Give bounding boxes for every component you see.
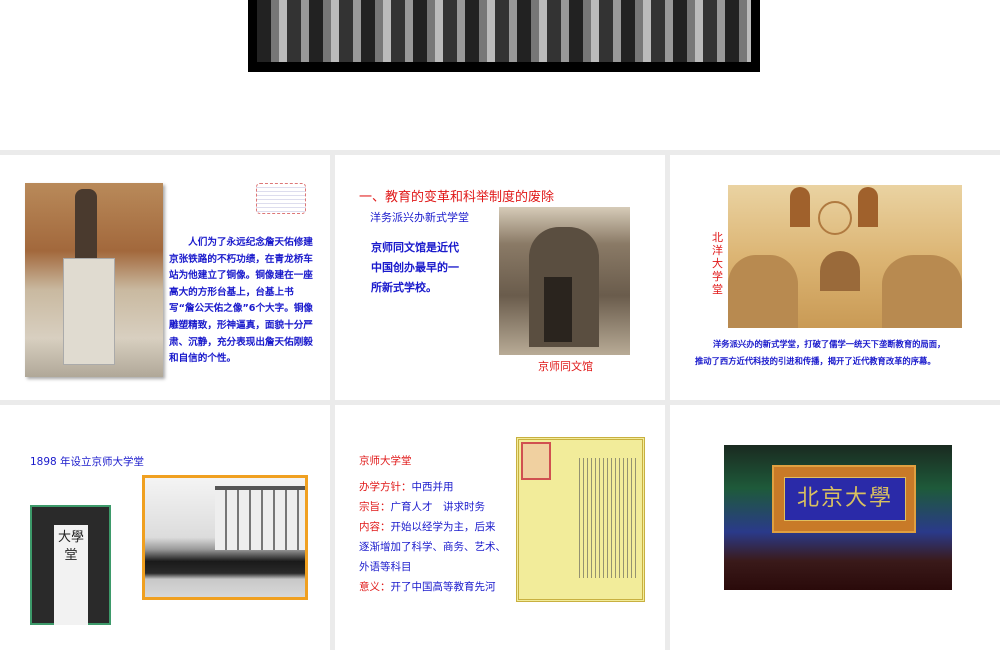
- info-value: 逐渐增加了科学、商务、艺术、: [359, 541, 506, 553]
- info-label: 宗旨：: [359, 501, 391, 513]
- body-line: 中国创办最早的一: [371, 261, 459, 274]
- plaque-text: 大學堂: [54, 525, 88, 625]
- caption-line: 洋务派兴办的新式学堂，打破了儒学一统天下垄断教育的局面，: [713, 339, 946, 349]
- info-line: 意义：开了中国高等教育先河: [359, 579, 496, 594]
- info-line: 外语等科目: [359, 559, 412, 574]
- slide-thumbnail-jingshi[interactable]: 京师大学堂 办学方针：中西并用 宗旨：广育人才 讲求时务 内容：开始以经学为主，…: [335, 405, 665, 650]
- caption-line: 推动了西方近代科技的引进和传播，揭开了近代教育改革的序幕。: [695, 356, 936, 366]
- slide-subtitle: 洋务派兴办新式学堂: [370, 211, 469, 224]
- label-char: 北: [712, 231, 723, 244]
- slide-thumbnail-1898[interactable]: 1898 年设立京师大学堂 大學堂: [0, 405, 330, 650]
- plaque-text: 北京大學: [784, 477, 906, 521]
- slide-thumbnail-pku[interactable]: 北京大學: [670, 405, 1000, 650]
- pku-plaque-photo: 北京大學: [724, 445, 952, 590]
- label-char: 学: [712, 270, 723, 283]
- plaque-photo: 大學堂: [30, 505, 111, 625]
- group-photo: [248, 0, 760, 72]
- statue-photo: [25, 183, 163, 377]
- info-line: 逐渐增加了科学、商务、艺术、: [359, 539, 506, 554]
- info-value: 开始以经学为主，后来: [390, 521, 496, 533]
- label-char: 大: [712, 257, 723, 270]
- body-line: 所新式学校。: [371, 281, 437, 294]
- students-photo: [142, 475, 308, 600]
- photo-caption: 京师同文馆: [538, 360, 593, 373]
- slide-title: 京师大学堂: [359, 455, 412, 467]
- info-label: 办学方针：: [359, 481, 412, 493]
- info-value: 开了中国高等教育先河: [390, 581, 496, 593]
- info-value: 广育人才 讲求时务: [390, 501, 486, 513]
- vertical-label: 北 洋 大 学 堂: [712, 231, 724, 296]
- label-char: 堂: [712, 283, 723, 296]
- info-line: 内容：开始以经学为主，后来: [359, 519, 496, 534]
- info-line: 办学方针：中西并用: [359, 479, 454, 494]
- slide-thumbnail-beiyang[interactable]: 北 洋 大 学 堂 洋务派兴办的新式学堂，打破了儒学一统天下垄断教育的局面， 推…: [670, 155, 1000, 400]
- info-line: 宗旨：广育人才 讲求时务: [359, 499, 485, 514]
- slide-title: 1898 年设立京师大学堂: [30, 456, 145, 468]
- tongwenguan-photo: [499, 207, 630, 355]
- info-label: 内容：: [359, 521, 391, 533]
- statue-description: 人们为了永远纪念詹天佑修建京张铁路的不朽功绩，在青龙桥车站为他建立了铜像。铜像建…: [169, 237, 314, 365]
- info-value: 中西并用: [411, 481, 454, 493]
- info-value: 外语等科目: [359, 561, 412, 573]
- note-box: [256, 183, 306, 214]
- beiyang-photo: [728, 185, 962, 328]
- slide-thumbnail-tongwenguan[interactable]: 一、教育的变革和科举制度的废除 洋务派兴办新式学堂 京师同文馆是近代 中国创办最…: [335, 155, 665, 400]
- label-char: 洋: [712, 244, 723, 257]
- body-line: 京师同文馆是近代: [371, 241, 459, 254]
- slide-heading: 一、教育的变革和科举制度的废除: [359, 190, 555, 205]
- info-label: 意义：: [359, 581, 391, 593]
- document-photo: [516, 437, 645, 602]
- slide-thumbnail-prev[interactable]: [0, 0, 1000, 150]
- slide-thumbnail-statue[interactable]: 人们为了永远纪念詹天佑修建京张铁路的不朽功绩，在青龙桥车站为他建立了铜像。铜像建…: [0, 155, 330, 400]
